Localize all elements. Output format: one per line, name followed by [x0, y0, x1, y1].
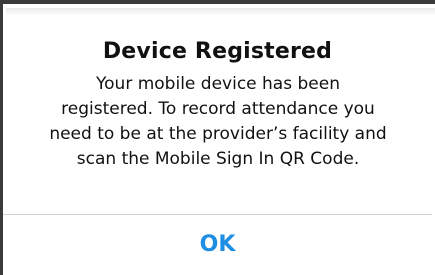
screen: Device Registered Your mobile device has… [0, 0, 435, 275]
ok-button-label: OK [199, 232, 236, 257]
ok-button[interactable]: OK [3, 215, 432, 275]
alert-message: Your mobile device has been registered. … [49, 74, 387, 169]
alert-body: Device Registered Your mobile device has… [3, 4, 432, 214]
alert-title: Device Registered [102, 39, 333, 64]
alert-dialog: Device Registered Your mobile device has… [3, 4, 435, 275]
